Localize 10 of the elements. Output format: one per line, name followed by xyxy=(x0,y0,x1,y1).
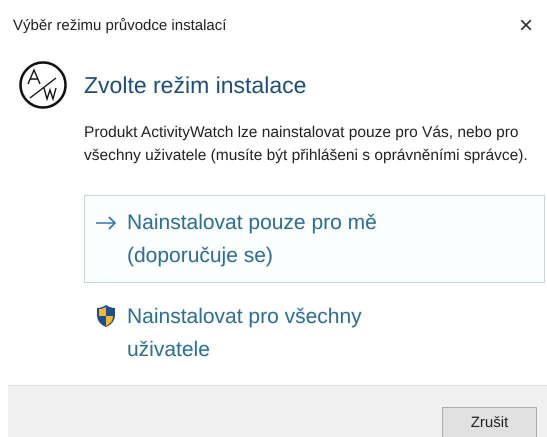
logo-icon xyxy=(18,60,68,110)
heading: Zvolte režim instalace xyxy=(84,71,308,100)
install-option[interactable]: Nainstalovat pro všechny uživatele xyxy=(84,296,545,368)
window-title: Výběr režimu průvodce instalací xyxy=(13,16,226,36)
install-option[interactable]: Nainstalovat pouze pro mě (doporučuje se) xyxy=(84,194,545,282)
arrow-icon xyxy=(95,216,117,230)
description: Produkt ActivityWatch lze nainstalovat pouze pro Vás, nebo pro všechny uživatele (musíte být přihlášeni s oprávněními správce). xyxy=(84,122,529,166)
shield-icon xyxy=(95,304,117,328)
close-button[interactable]: × xyxy=(514,14,537,38)
cancel-button[interactable]: Zrušit xyxy=(442,407,537,437)
